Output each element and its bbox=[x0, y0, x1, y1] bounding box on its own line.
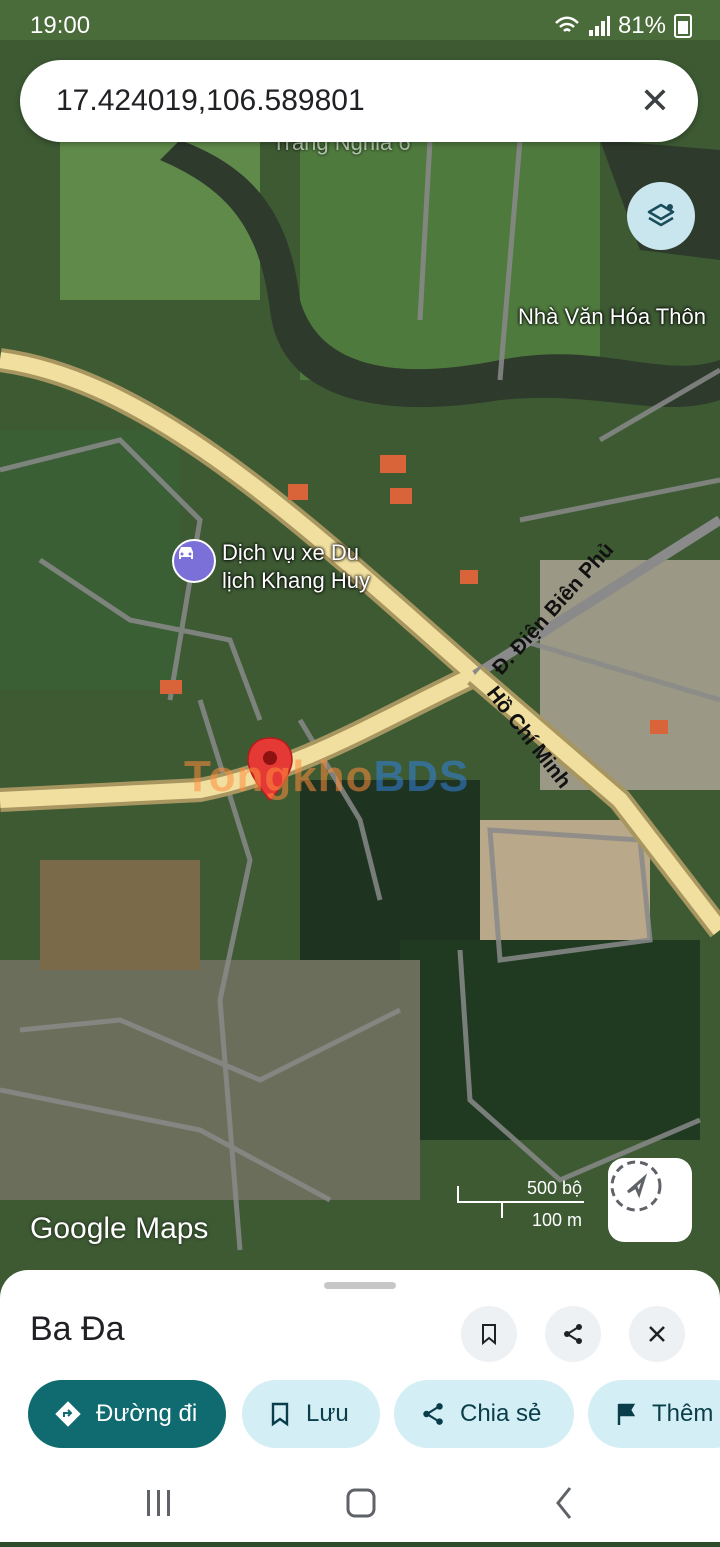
sheet-drag-handle[interactable] bbox=[324, 1282, 396, 1289]
directions-icon bbox=[55, 1401, 81, 1427]
flag-icon bbox=[617, 1403, 636, 1425]
google-maps-attribution: Google Maps bbox=[30, 1212, 209, 1245]
share-icon bbox=[564, 1324, 582, 1344]
close-search-button[interactable]: ✕ bbox=[640, 80, 670, 122]
close-sheet-button[interactable] bbox=[629, 1306, 685, 1362]
map-scale: 500 bộ 100 m bbox=[456, 1176, 586, 1236]
map-label-culture-house[interactable]: Nhà Văn Hóa Thôn bbox=[518, 304, 706, 330]
status-bar: 19:00 81% bbox=[0, 0, 720, 52]
recents-icon bbox=[147, 1490, 170, 1516]
compass-icon bbox=[610, 1160, 662, 1212]
signal-icon bbox=[588, 16, 610, 36]
bookmark-icon bbox=[271, 1402, 289, 1427]
share-chip-button[interactable]: Chia sẻ bbox=[394, 1380, 574, 1448]
bookmark-button[interactable] bbox=[461, 1306, 517, 1362]
watermark-part2: BDS bbox=[373, 752, 470, 801]
more-label: Thêm bbox=[652, 1400, 714, 1427]
battery-icon bbox=[674, 14, 692, 38]
search-query[interactable]: 17.424019,106.589801 bbox=[56, 84, 365, 118]
poi-label-line1[interactable]: Dịch vụ xe Du bbox=[222, 540, 359, 566]
car-service-icon[interactable] bbox=[172, 539, 216, 583]
close-icon bbox=[649, 1326, 665, 1342]
layers-button[interactable] bbox=[627, 182, 695, 250]
directions-button[interactable]: Đường đi bbox=[28, 1380, 226, 1448]
share-icon bbox=[423, 1403, 443, 1425]
battery-percent: 81% bbox=[617, 12, 666, 39]
system-nav-bar bbox=[0, 1470, 720, 1542]
wifi-icon bbox=[555, 16, 579, 32]
watermark-part1: Tongkho bbox=[184, 752, 374, 801]
home-icon bbox=[346, 1488, 376, 1518]
watermark: TongkhoBDS bbox=[184, 752, 469, 802]
status-time: 19:00 bbox=[30, 12, 91, 39]
back-icon bbox=[556, 1487, 572, 1519]
share-button[interactable] bbox=[545, 1306, 601, 1362]
search-bar[interactable]: 17.424019,106.589801 ✕ bbox=[20, 60, 698, 142]
map-view[interactable]: Trang Nghia 6 Nhà Văn Hóa Thôn Dịch vụ x… bbox=[0, 0, 720, 1300]
more-button[interactable]: Thêm bbox=[588, 1380, 720, 1448]
satellite-imagery bbox=[0, 0, 720, 1300]
share-label: Chia sẻ bbox=[460, 1400, 542, 1427]
scale-metric: 100 m bbox=[531, 1210, 582, 1230]
directions-label: Đường đi bbox=[96, 1400, 198, 1427]
scale-imperial: 500 bộ bbox=[526, 1178, 582, 1198]
place-name: Ba Đa bbox=[30, 1310, 125, 1348]
layers-icon bbox=[647, 203, 675, 227]
bookmark-icon bbox=[482, 1324, 496, 1346]
recenter-button[interactable] bbox=[608, 1158, 692, 1242]
save-button[interactable]: Lưu bbox=[242, 1380, 380, 1448]
save-label: Lưu bbox=[306, 1400, 349, 1427]
poi-label-line2[interactable]: lịch Khang Huy bbox=[222, 568, 370, 594]
